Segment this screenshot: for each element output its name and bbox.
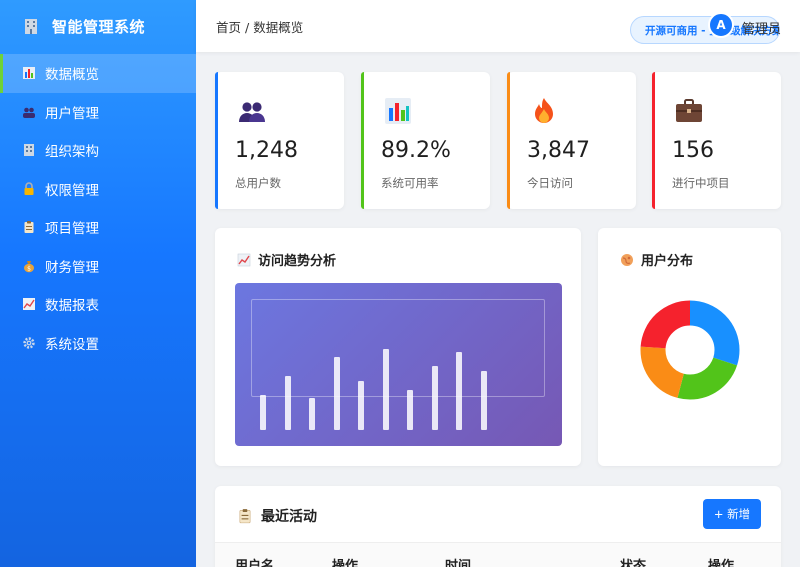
distribution-panel-title: 用户分布 (620, 250, 693, 269)
trend-bar (309, 398, 315, 430)
trend-bar (382, 348, 389, 430)
sidebar-item-label: 用户管理 (45, 105, 99, 122)
breadcrumb-current: 数据概览 (253, 19, 304, 35)
sidebar-item-finance[interactable]: $ 财务管理 (0, 247, 196, 286)
trend-title: 访问趋势分析 (258, 254, 337, 269)
bar-chart-icon (385, 98, 411, 124)
stat-accent-bar (361, 72, 364, 209)
activity-panel-title: 最近活动 (237, 506, 317, 526)
sidebar-item-label: 财务管理 (45, 259, 99, 276)
stat-label: 今日访问 (527, 176, 573, 190)
trend-frame (251, 299, 545, 397)
line-chart-icon (23, 298, 35, 311)
stat-label: 总用户数 (235, 176, 281, 190)
stat-card-availability[interactable]: 89.2% 系统可用率 (361, 72, 490, 209)
clipboard-icon (239, 509, 251, 524)
stat-value: 3,847 (527, 138, 590, 163)
stat-accent-bar (507, 72, 510, 209)
bar-chart-icon (23, 67, 35, 80)
trend-bar (456, 351, 462, 430)
username[interactable]: 管理员 (742, 18, 781, 37)
sidebar-item-projects[interactable]: 项目管理 (0, 208, 196, 247)
sidebar-menu: 数据概览 用户管理 组织架构 权限管理 项目管理 $ 财务管理 数据报表 系统设 (0, 54, 196, 362)
stat-accent-bar (652, 72, 655, 209)
clipboard-icon (24, 221, 34, 234)
stat-card-visits[interactable]: 3,847 今日访问 (507, 72, 636, 209)
brand[interactable]: 智能管理系统 (0, 0, 196, 52)
stat-card-total-users[interactable]: 1,248 总用户数 (215, 72, 344, 209)
activity-panel: 最近活动 + 新增 用户名 操作 时间 状态 操作 (215, 486, 781, 567)
trend-bar (284, 376, 291, 430)
users-icon (23, 107, 35, 118)
column-header-status[interactable]: 状态 (620, 555, 646, 567)
trend-bar (407, 390, 413, 430)
stat-value: 89.2% (381, 138, 451, 163)
stat-card-projects[interactable]: 156 进行中项目 (652, 72, 781, 209)
distribution-title: 用户分布 (641, 254, 694, 269)
avatar[interactable]: A (708, 12, 734, 38)
sidebar-item-label: 系统设置 (45, 336, 99, 353)
building-icon (25, 19, 37, 34)
stat-value: 1,248 (235, 138, 298, 163)
activity-table-header: 用户名 操作 时间 状态 操作 (215, 542, 781, 567)
sidebar-item-users[interactable]: 用户管理 (0, 93, 196, 132)
trend-panel-title: 访问趋势分析 (237, 250, 336, 269)
stat-value: 156 (672, 138, 714, 163)
sidebar-item-label: 权限管理 (45, 182, 99, 199)
user-distribution-donut (640, 300, 740, 400)
sidebar-item-permissions[interactable]: 权限管理 (0, 170, 196, 209)
trend-bar (358, 380, 364, 430)
users-icon (239, 102, 265, 122)
lock-icon (24, 182, 34, 195)
globe-icon (621, 253, 633, 266)
sidebar-item-label: 数据概览 (45, 67, 99, 84)
stat-label: 系统可用率 (381, 176, 439, 190)
gear-icon (23, 337, 35, 349)
sidebar-item-organization[interactable]: 组织架构 (0, 131, 196, 170)
breadcrumb: 首页 / 数据概览 (216, 17, 303, 36)
money-bag-icon: $ (24, 260, 34, 272)
sidebar-item-label: 数据报表 (45, 298, 99, 315)
trend-bar (480, 370, 487, 430)
breadcrumb-separator: / (245, 19, 250, 35)
building-icon (24, 144, 34, 157)
column-header-time[interactable]: 时间 (445, 555, 471, 567)
distribution-panel: 用户分布 (598, 228, 781, 466)
column-header-action[interactable]: 操作 (332, 555, 358, 567)
briefcase-icon (676, 99, 702, 122)
column-header-operations[interactable]: 操作 (708, 555, 734, 567)
trend-panel: 访问趋势分析 (215, 228, 581, 466)
trend-bar (333, 357, 340, 430)
column-header-username[interactable]: 用户名 (235, 555, 274, 567)
sidebar-item-reports[interactable]: 数据报表 (0, 285, 196, 324)
stat-accent-bar (215, 72, 218, 209)
app-title: 智能管理系统 (52, 17, 146, 36)
fire-icon (535, 98, 553, 123)
trend-bar (431, 366, 438, 430)
line-chart-icon (237, 253, 251, 266)
activity-title: 最近活动 (261, 509, 317, 525)
sidebar-item-label: 组织架构 (45, 144, 99, 161)
trend-chart (235, 283, 562, 446)
stat-label: 进行中项目 (672, 176, 730, 190)
sidebar-item-label: 项目管理 (45, 221, 99, 238)
breadcrumb-home[interactable]: 首页 (216, 20, 241, 35)
sidebar-item-settings[interactable]: 系统设置 (0, 324, 196, 363)
sidebar-item-overview[interactable]: 数据概览 (0, 54, 196, 93)
sidebar: 智能管理系统 数据概览 用户管理 组织架构 权限管理 项目管理 $ 财务管理 数… (0, 0, 196, 567)
add-new-button[interactable]: + 新增 (703, 499, 761, 529)
trend-bar (260, 394, 266, 430)
svg-text:$: $ (27, 265, 31, 272)
